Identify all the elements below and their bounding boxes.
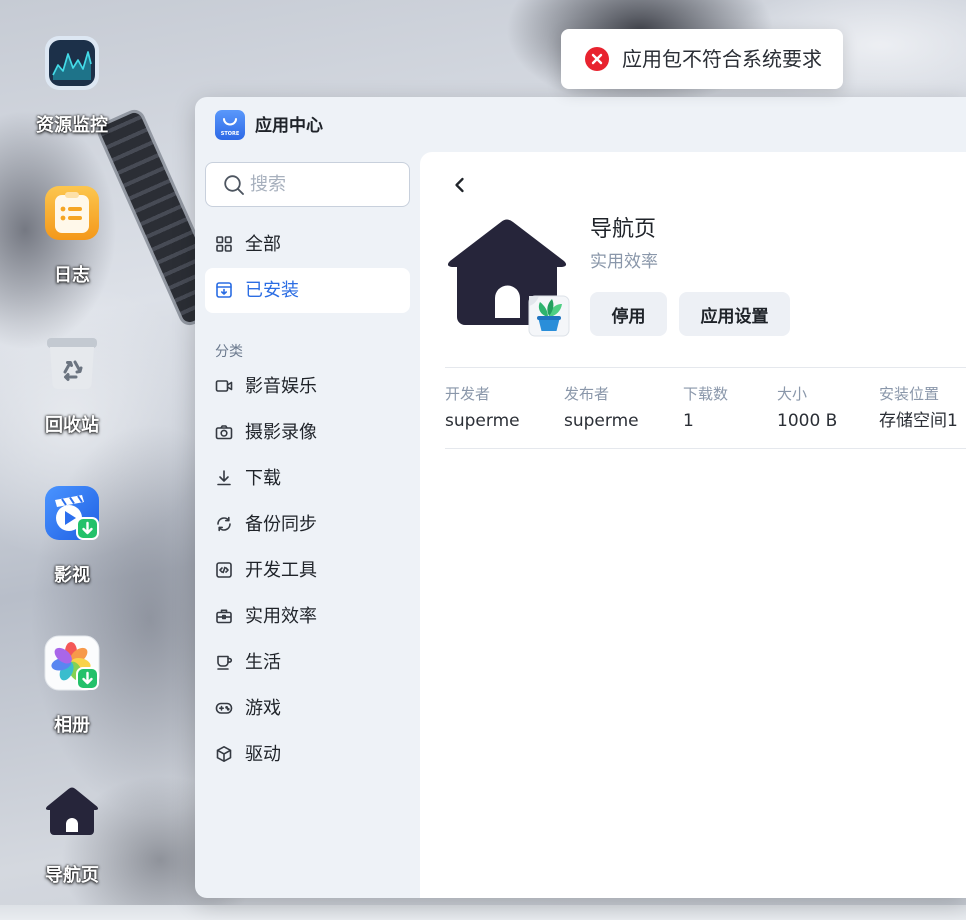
download-icon — [215, 469, 233, 487]
info-value: 1000 B — [777, 411, 838, 431]
info-install-location: 安装位置 存储空间1 — [879, 384, 958, 433]
category-label: 摄影录像 — [245, 422, 317, 443]
category-item-productivity[interactable]: 实用效率 — [205, 594, 410, 639]
category-item-life[interactable]: 生活 — [205, 640, 410, 685]
category-item-download[interactable]: 下载 — [205, 456, 410, 501]
desktop-icon-photo-album[interactable]: 相册 — [12, 635, 132, 745]
category-label: 开发工具 — [245, 560, 317, 581]
info-value: superme — [445, 411, 520, 431]
category-item-games[interactable]: 游戏 — [205, 686, 410, 731]
cube-icon — [215, 745, 233, 763]
category-item-dev-tools[interactable]: 开发工具 — [205, 548, 410, 593]
info-publisher: 发布者 superme — [564, 384, 639, 433]
desktop-icon-label: 相册 — [54, 715, 90, 736]
info-label: 安装位置 — [879, 385, 940, 403]
gamepad-icon — [215, 699, 233, 717]
nav-item-label: 全部 — [245, 234, 281, 255]
app-name: 导航页 — [590, 217, 657, 242]
recycle-bin-icon — [44, 335, 100, 391]
code-icon — [215, 561, 233, 579]
app-center-window: 全部 已安装 分类 影音娱乐 摄影录像 下载 — [195, 97, 966, 898]
camera-icon — [215, 423, 233, 441]
window-header[interactable]: STORE 应用中心 — [195, 97, 966, 152]
category-label: 游戏 — [245, 698, 281, 719]
app-store-icon: STORE — [215, 110, 245, 140]
wallpaper-bottom — [0, 905, 966, 920]
desktop-icon-recycle-bin[interactable]: 回收站 — [12, 335, 132, 445]
category-heading: 分类 — [215, 344, 243, 360]
desktop-icon-navigation-page[interactable]: 导航页 — [12, 785, 132, 895]
info-value: superme — [564, 411, 639, 431]
divider — [445, 448, 966, 449]
category-label: 实用效率 — [245, 606, 317, 627]
error-icon — [585, 47, 609, 71]
info-downloads: 下载数 1 — [683, 384, 728, 433]
sync-icon — [215, 515, 233, 533]
info-label: 发布者 — [564, 385, 610, 403]
home-icon — [44, 785, 100, 841]
info-size: 大小 1000 B — [777, 384, 837, 433]
chevron-left-icon — [455, 177, 464, 193]
desktop-icon-label: 资源监控 — [36, 115, 108, 136]
search-icon — [223, 174, 245, 196]
app-settings-button[interactable]: 应用设置 — [679, 292, 790, 336]
desktop-icon-label: 导航页 — [45, 865, 99, 886]
grid-icon — [215, 235, 233, 253]
desktop-icon-resource-monitor[interactable]: 资源监控 — [12, 35, 132, 145]
info-developer: 开发者 superme — [445, 384, 520, 433]
search-box[interactable] — [205, 162, 410, 207]
info-label: 下载数 — [683, 385, 729, 403]
app-detail-panel: 导航页 实用效率 停用 应用设置 开发者 superme 发布者 superme… — [420, 152, 966, 898]
category-label: 下载 — [245, 468, 281, 489]
installed-icon — [215, 281, 233, 299]
info-value: 1 — [683, 411, 694, 431]
cup-icon — [215, 653, 233, 671]
sidebar: 全部 已安装 分类 影音娱乐 摄影录像 下载 — [195, 97, 420, 898]
category-item-drivers[interactable]: 驱动 — [205, 732, 410, 777]
category-label: 备份同步 — [245, 514, 317, 535]
category-item-entertainment[interactable]: 影音娱乐 — [205, 364, 410, 409]
nav-item-all[interactable]: 全部 — [205, 222, 410, 267]
window-title: 应用中心 — [255, 116, 323, 136]
logo-text: STORE — [221, 131, 240, 137]
category-label: 生活 — [245, 652, 281, 673]
info-value: 存储空间1 — [879, 411, 958, 431]
info-label: 开发者 — [445, 385, 491, 403]
back-button[interactable] — [446, 171, 474, 199]
resource-monitor-icon — [44, 35, 100, 91]
desktop-icon-label: 日志 — [54, 265, 90, 286]
info-label: 大小 — [777, 385, 808, 403]
video-app-icon — [44, 485, 100, 541]
nav-item-installed[interactable]: 已安装 — [205, 268, 410, 313]
category-item-photography[interactable]: 摄影录像 — [205, 410, 410, 455]
desktop-icon-log[interactable]: 日志 — [12, 185, 132, 295]
log-icon — [44, 185, 100, 241]
desktop-icon-video[interactable]: 影视 — [12, 485, 132, 595]
search-input[interactable] — [250, 163, 400, 206]
desktop-icon-label: 影视 — [54, 565, 90, 586]
category-label: 驱动 — [245, 744, 281, 765]
nav-item-label: 已安装 — [245, 280, 299, 301]
divider — [445, 367, 966, 368]
error-toast: 应用包不符合系统要求 — [561, 29, 843, 89]
app-badge-icon — [528, 295, 570, 337]
disable-button[interactable]: 停用 — [590, 292, 667, 336]
app-category: 实用效率 — [590, 252, 658, 272]
category-label: 影音娱乐 — [245, 376, 317, 397]
desktop-icon-label: 回收站 — [45, 415, 99, 436]
video-camera-icon — [215, 377, 233, 395]
category-item-backup-sync[interactable]: 备份同步 — [205, 502, 410, 547]
toolbox-icon — [215, 607, 233, 625]
home-icon — [448, 218, 572, 338]
photo-album-icon — [44, 635, 100, 691]
toast-message: 应用包不符合系统要求 — [622, 47, 822, 71]
